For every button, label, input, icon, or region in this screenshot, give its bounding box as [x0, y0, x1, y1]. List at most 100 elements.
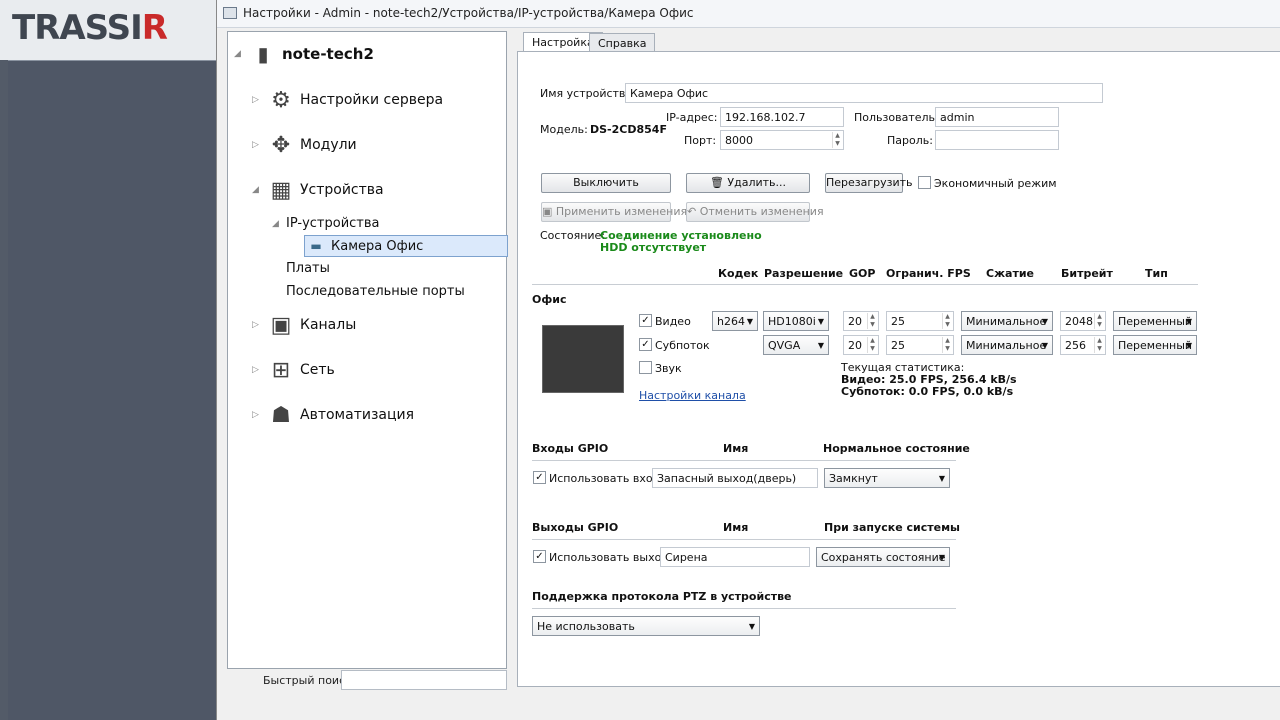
expand-arrow-icon[interactable]: ◢	[234, 49, 248, 59]
server-icon: ▮	[257, 42, 269, 66]
gpio-input-use-checkbox[interactable]: ✓	[533, 471, 546, 484]
header-type: Тип	[1145, 267, 1168, 280]
audio-checkbox[interactable]	[639, 361, 652, 374]
stats-substream: Субпоток: 0.0 FPS, 0.0 kB/s	[841, 385, 1014, 398]
dropdown-arrow-icon: ▼	[1041, 317, 1048, 326]
chip-icon: ▦	[270, 177, 292, 203]
substream-resolution-select[interactable]: QVGA ▼	[763, 335, 829, 355]
substream-checkbox[interactable]: ✓	[639, 338, 652, 351]
password-input[interactable]	[935, 130, 1059, 150]
channel-settings-link[interactable]: Настройки канала	[639, 389, 746, 402]
apply-changes-button[interactable]: ▣ Применить изменения	[541, 202, 687, 222]
trash-icon: 🗑	[709, 176, 724, 189]
delete-button[interactable]: 🗑 Удалить...	[686, 173, 810, 193]
status-hdd: HDD отсутствует	[600, 241, 707, 254]
logo-area: TRASSIR	[0, 0, 216, 60]
disable-button[interactable]: Выключить	[541, 173, 671, 193]
gpio-outputs-name-header: Имя	[723, 521, 749, 534]
tree-item-camera-office[interactable]: ▬ Камера Офис	[304, 235, 508, 257]
reboot-button[interactable]: Перезагрузить	[825, 173, 913, 193]
channels-icon: ▣	[270, 312, 292, 338]
user-input[interactable]: admin	[935, 107, 1059, 127]
stepper-arrows-icon: ▲ ▼	[942, 313, 952, 329]
tree-item-modules[interactable]: ▷ ✥ Модули	[252, 131, 357, 159]
video-checkbox[interactable]: ✓	[639, 314, 652, 327]
tree-root[interactable]: ◢ ▮ note-tech2	[234, 40, 374, 68]
quick-search-input[interactable]	[341, 670, 507, 690]
ip-input[interactable]: 192.168.102.7	[720, 107, 844, 127]
eco-mode-checkbox[interactable]	[918, 176, 931, 189]
tree-item-boards[interactable]: Платы	[286, 261, 330, 276]
substream-compression-select[interactable]: Минимальное ▼	[961, 335, 1053, 355]
tree-item-automation[interactable]: ▷ ☗ Автоматизация	[252, 401, 414, 429]
status-label: Состояние:	[540, 229, 606, 242]
video-resolution-select[interactable]: HD1080i ▼	[763, 311, 829, 331]
device-name-label: Имя устройства:	[540, 87, 636, 100]
gpio-input-name-field[interactable]: Запасный выход(дверь)	[652, 468, 818, 488]
expand-arrow-icon[interactable]: ▷	[252, 365, 266, 375]
substream-bitrate-stepper[interactable]: 256 ▲ ▼	[1060, 335, 1106, 355]
ptz-select[interactable]: Не использовать ▼	[532, 616, 760, 636]
header-fps: Огранич. FPS	[886, 267, 971, 280]
audio-label: Звук	[655, 362, 682, 375]
substream-label: Субпоток	[655, 339, 710, 352]
stepper-arrows-icon[interactable]: ▲ ▼	[832, 132, 842, 148]
collapse-arrow-icon[interactable]: ◢	[252, 185, 266, 195]
dropdown-arrow-icon: ▼	[817, 341, 824, 350]
substream-type-select[interactable]: Переменный ▼	[1113, 335, 1197, 355]
port-stepper[interactable]: 8000 ▲ ▼	[720, 130, 844, 150]
video-bitrate-stepper[interactable]: 2048 ▲ ▼	[1060, 311, 1106, 331]
gpio-output-name-field[interactable]: Сирена	[660, 547, 810, 567]
dropdown-arrow-icon: ▼	[938, 474, 945, 483]
gpio-inputs-name-header: Имя	[723, 442, 749, 455]
undo-icon: ↶	[687, 205, 697, 218]
divider	[532, 608, 956, 609]
tree-item-serial-ports[interactable]: Последовательные порты	[286, 284, 465, 299]
video-gop-stepper[interactable]: 20 ▲ ▼	[843, 311, 879, 331]
header-gop: GOP	[849, 267, 876, 280]
substream-fps-stepper[interactable]: 25 ▲ ▼	[886, 335, 954, 355]
expand-arrow-icon[interactable]: ▷	[252, 320, 266, 330]
gear-icon: ⚙	[271, 87, 291, 113]
gpio-output-use-checkbox[interactable]: ✓	[533, 550, 546, 563]
puzzle-icon: ✥	[271, 132, 291, 158]
expand-arrow-icon[interactable]: ▷	[252, 95, 266, 105]
settings-window: Настройки - Admin - note-tech2/Устройств…	[216, 0, 1280, 720]
device-name-input[interactable]: Камера Офис	[625, 83, 1103, 103]
video-fps-stepper[interactable]: 25 ▲ ▼	[886, 311, 954, 331]
tab-help[interactable]: Справка	[589, 33, 656, 53]
title-bar: Настройки - Admin - note-tech2/Устройств…	[217, 0, 1280, 28]
gpio-input-use-label: Использовать вход	[549, 472, 661, 485]
save-icon: ▣	[542, 205, 553, 218]
dropdown-arrow-icon: ▼	[817, 317, 824, 326]
stepper-arrows-icon: ▲ ▼	[1094, 337, 1104, 353]
video-codec-select[interactable]: h264 ▼	[712, 311, 758, 331]
divider	[532, 539, 956, 540]
gpio-inputs-title: Входы GPIO	[532, 442, 609, 455]
substream-gop-stepper[interactable]: 20 ▲ ▼	[843, 335, 879, 355]
gpio-output-use-label: Использовать выход	[549, 551, 669, 564]
header-bitrate: Битрейт	[1061, 267, 1113, 280]
tree-item-devices[interactable]: ◢ ▦ Устройства	[252, 176, 384, 204]
expand-arrow-icon[interactable]: ▷	[252, 140, 266, 150]
gpio-outputs-state-header: При запуске системы	[824, 521, 961, 534]
video-compression-select[interactable]: Минимальное ▼	[961, 311, 1053, 331]
header-compression: Сжатие	[986, 267, 1034, 280]
tree-item-ip-devices[interactable]: ◢ IP-устройства	[272, 216, 380, 231]
stepper-arrows-icon: ▲ ▼	[867, 337, 877, 353]
eco-mode-label: Экономичный режим	[934, 177, 1057, 190]
settings-content: Имя устройства: Камера Офис IP-адрес: 19…	[517, 51, 1280, 687]
cancel-changes-button[interactable]: ↶ Отменить изменения	[686, 202, 824, 222]
collapse-arrow-icon[interactable]: ◢	[272, 219, 286, 229]
tree-item-network[interactable]: ▷ ⊞ Сеть	[252, 356, 335, 384]
gpio-input-state-select[interactable]: Замкнут ▼	[824, 468, 950, 488]
gpio-output-state-select[interactable]: Сохранять состояние ▼	[816, 547, 950, 567]
expand-arrow-icon[interactable]: ▷	[252, 410, 266, 420]
dropdown-arrow-icon: ▼	[1041, 341, 1048, 350]
video-type-select[interactable]: Переменный ▼	[1113, 311, 1197, 331]
divider	[532, 460, 956, 461]
tree-item-channels[interactable]: ▷ ▣ Каналы	[252, 311, 356, 339]
stepper-arrows-icon: ▲ ▼	[1094, 313, 1104, 329]
tree-item-server-settings[interactable]: ▷ ⚙ Настройки сервера	[252, 86, 443, 114]
stream-group-title: Офис	[532, 293, 567, 306]
